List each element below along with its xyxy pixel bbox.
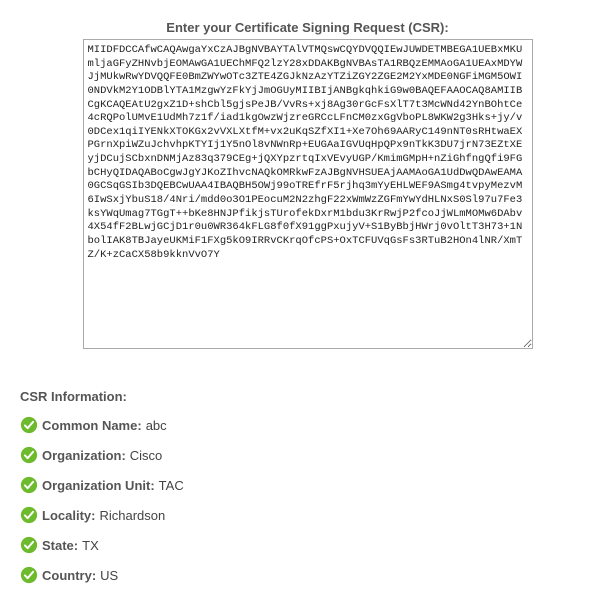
field-state: State: TX [20, 536, 595, 554]
field-organization-unit: Organization Unit: TAC [20, 476, 595, 494]
label-country: Country: [42, 568, 96, 583]
csr-textarea-container [20, 39, 595, 349]
label-common-name: Common Name: [42, 418, 142, 433]
csr-info-heading: CSR Information: [20, 389, 595, 404]
value-organization: Cisco [130, 448, 163, 463]
label-state: State: [42, 538, 78, 553]
csr-textarea[interactable] [83, 39, 533, 349]
field-common-name: Common Name: abc [20, 416, 595, 434]
label-locality: Locality: [42, 508, 95, 523]
field-country: Country: US [20, 566, 595, 584]
label-organization-unit: Organization Unit: [42, 478, 155, 493]
check-circle-icon [20, 446, 38, 464]
check-circle-icon [20, 506, 38, 524]
field-locality: Locality: Richardson [20, 506, 595, 524]
value-locality: Richardson [99, 508, 165, 523]
value-country: US [100, 568, 118, 583]
field-organization: Organization: Cisco [20, 446, 595, 464]
check-circle-icon [20, 416, 38, 434]
value-state: TX [82, 538, 99, 553]
value-organization-unit: TAC [159, 478, 184, 493]
value-common-name: abc [146, 418, 167, 433]
label-organization: Organization: [42, 448, 126, 463]
check-circle-icon [20, 476, 38, 494]
check-circle-icon [20, 536, 38, 554]
check-circle-icon [20, 566, 38, 584]
csr-input-label: Enter your Certificate Signing Request (… [20, 20, 595, 35]
